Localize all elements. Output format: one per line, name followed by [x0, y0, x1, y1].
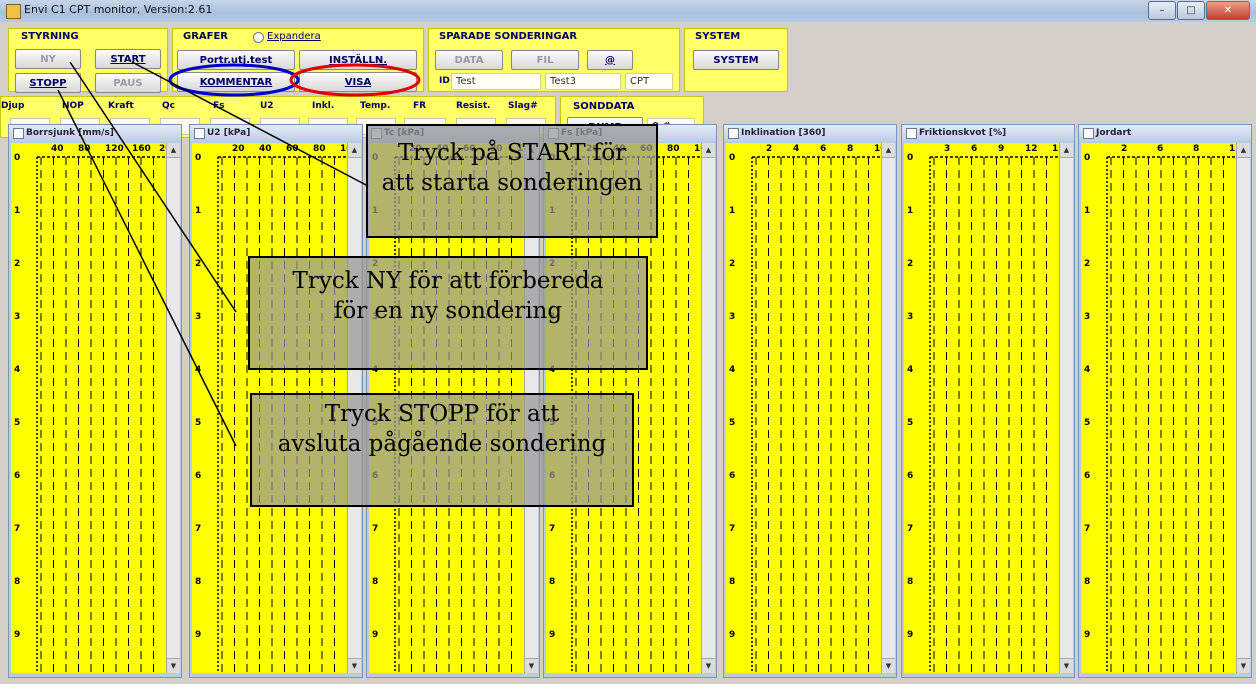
ny-pointer — [69, 61, 237, 313]
visa-highlight — [289, 63, 421, 97]
annotation-overlay — [57, 61, 421, 447]
stopp-pointer — [57, 89, 237, 447]
kommentar-highlight — [168, 63, 300, 97]
start-pointer — [131, 61, 369, 187]
